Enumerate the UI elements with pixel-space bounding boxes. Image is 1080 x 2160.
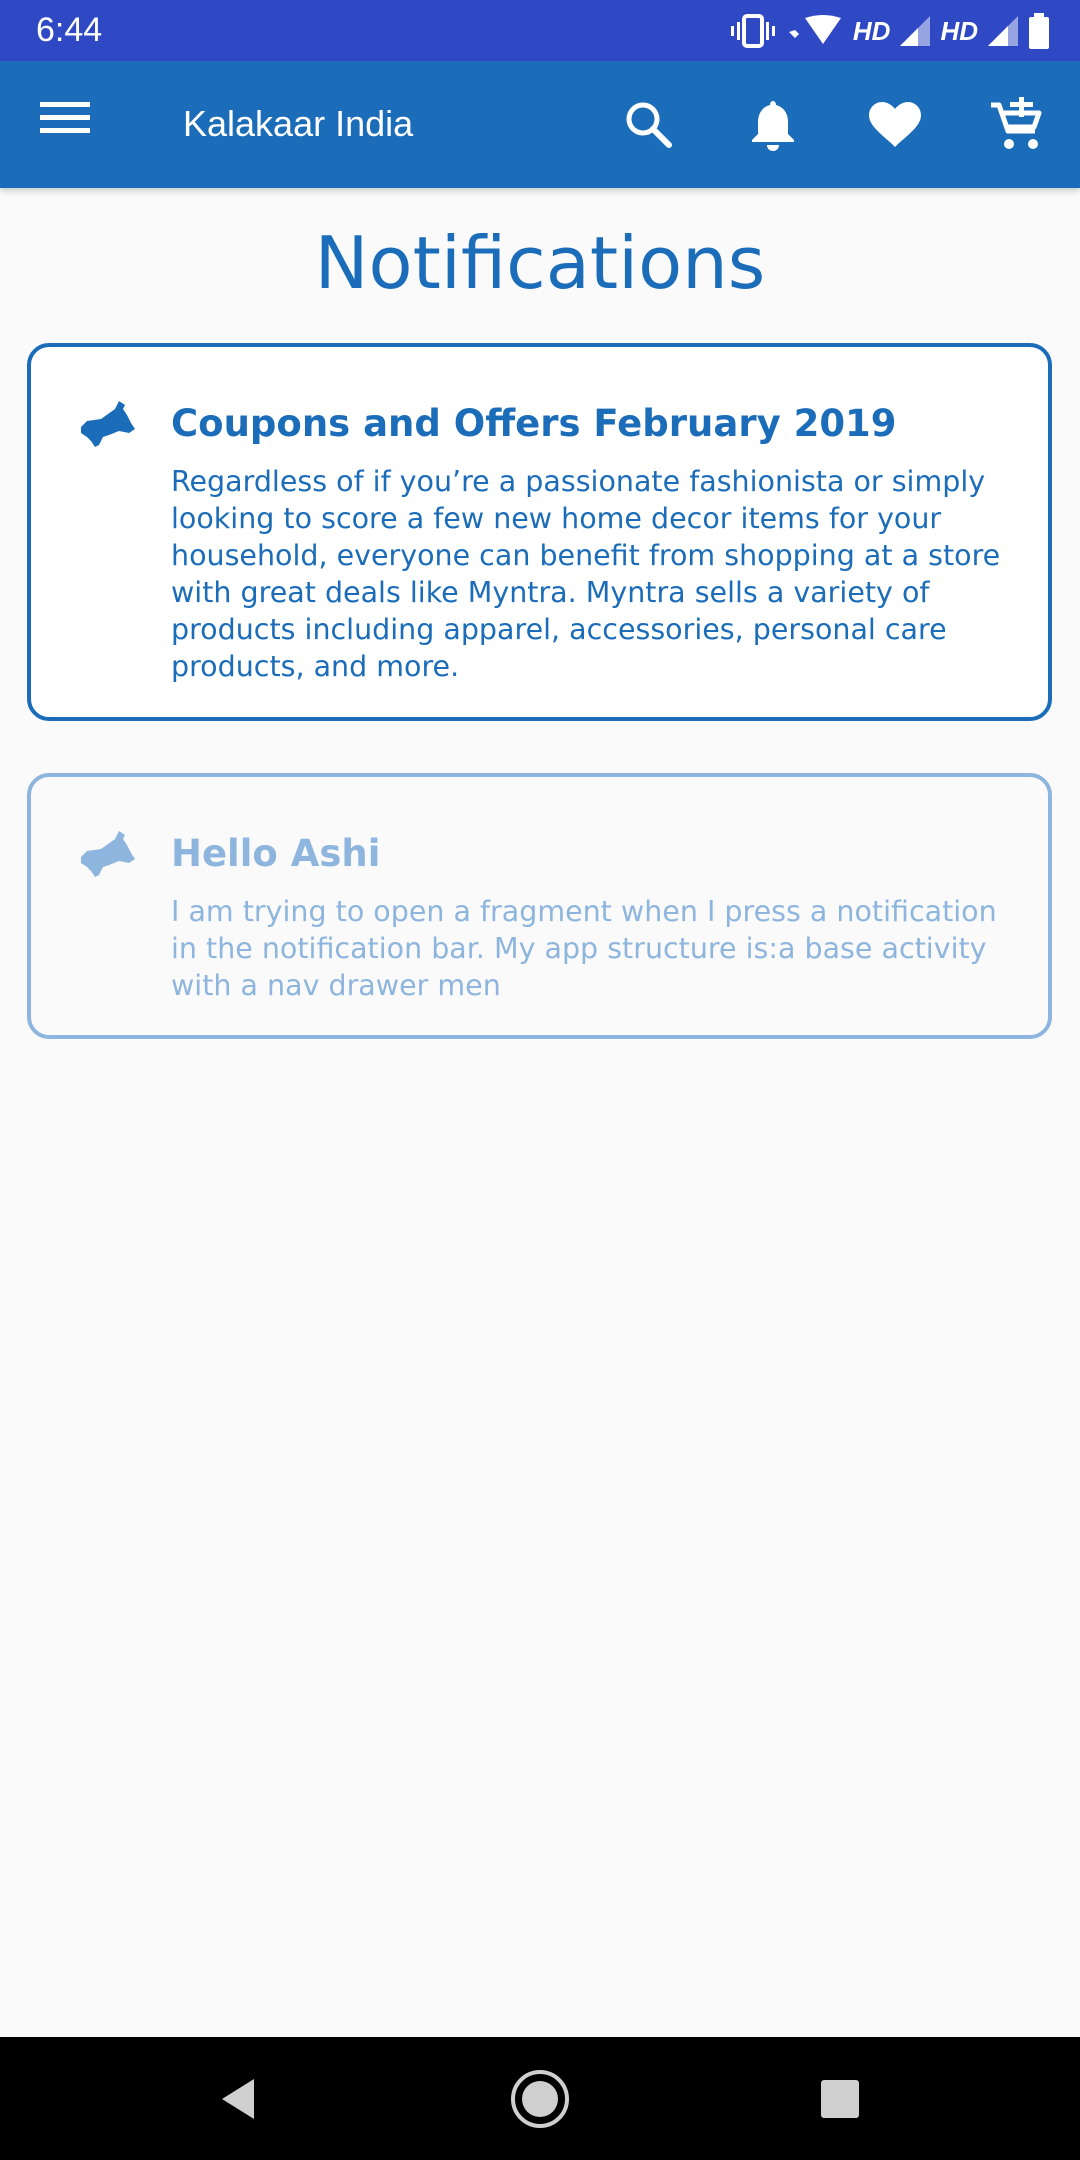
- notifications-button[interactable]: [742, 94, 804, 156]
- network-label-1: HD: [852, 15, 891, 46]
- recents-button[interactable]: [809, 2068, 871, 2130]
- vibrate-icon: [730, 14, 775, 48]
- notification-card[interactable]: Coupons and Offers February 2019 Regardl…: [27, 343, 1052, 721]
- home-button[interactable]: [509, 2068, 571, 2130]
- bell-icon: [752, 101, 794, 151]
- signal-icon: [988, 16, 1018, 46]
- cart-add-icon: [991, 97, 1042, 149]
- notifications-screen: 6:44 HD HD Kalakaar India Notifications …: [0, 0, 1080, 2160]
- menu-button[interactable]: [40, 98, 102, 150]
- notification-body: Regardless of if you’re a passionate fas…: [171, 465, 1001, 683]
- home-icon: [511, 2070, 569, 2128]
- notification-title: Coupons and Offers February 2019: [171, 402, 897, 445]
- heart-icon: [869, 102, 921, 147]
- signal-icon: [900, 16, 931, 46]
- recents-icon: [821, 2080, 859, 2118]
- status-bar: 6:44 HD HD: [0, 0, 1080, 61]
- wishlist-button[interactable]: [864, 94, 926, 156]
- status-time: 6:44: [36, 11, 103, 49]
- cart-button[interactable]: [986, 94, 1048, 156]
- notification-card[interactable]: Hello Ashi I am trying to open a fragmen…: [27, 773, 1052, 1039]
- app-bar: Kalakaar India: [0, 61, 1080, 188]
- megaphone-icon: [79, 399, 139, 455]
- megaphone-icon: [79, 829, 139, 885]
- app-title: Kalakaar India: [183, 103, 414, 144]
- notification-body: I am trying to open a fragment when I pr…: [171, 895, 997, 1002]
- back-button[interactable]: [207, 2068, 269, 2130]
- search-button[interactable]: [618, 94, 680, 156]
- notification-title: Hello Ashi: [171, 832, 381, 875]
- search-icon: [626, 102, 672, 148]
- hamburger-icon: [40, 102, 90, 133]
- back-icon: [222, 2079, 254, 2119]
- network-label-2: HD: [940, 15, 978, 46]
- status-icons: HD HD: [730, 10, 1050, 52]
- page-title: Notifications: [314, 221, 766, 305]
- wifi-icon: [785, 14, 843, 48]
- battery-icon: [1028, 13, 1050, 49]
- navigation-bar: [0, 2037, 1080, 2160]
